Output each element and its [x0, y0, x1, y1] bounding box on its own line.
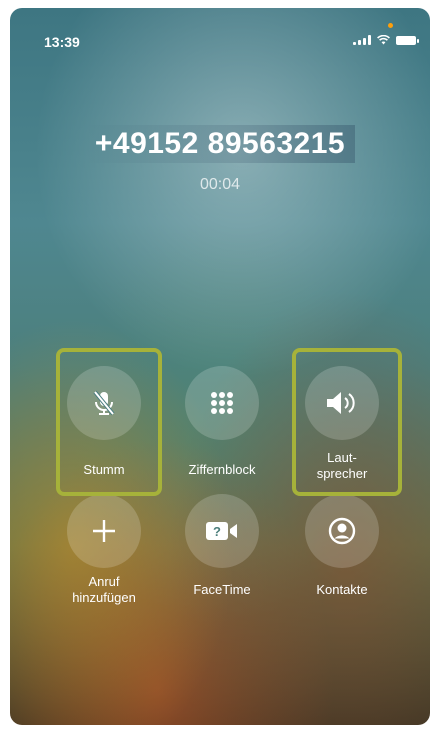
contact-person-icon: [328, 517, 356, 545]
keypad-circle[interactable]: [185, 366, 259, 440]
contacts-label: Kontakte: [316, 582, 368, 597]
call-duration: 00:04: [199, 176, 241, 193]
battery-icon: [396, 35, 419, 45]
svg-text:?: ?: [213, 524, 221, 539]
contacts-circle[interactable]: [305, 494, 379, 568]
phone-number: +49152 89563215: [10, 125, 430, 163]
plus-icon: [93, 520, 115, 542]
speaker-highlight-box: [292, 348, 402, 496]
keypad-button[interactable]: Ziffernblock: [172, 366, 272, 478]
facetime-label: FaceTime: [193, 582, 251, 597]
keypad-icon: [211, 392, 233, 414]
facetime-circle[interactable]: ?: [185, 494, 259, 568]
mute-highlight-box: [56, 348, 162, 496]
mic-indicator-dot: [388, 23, 393, 28]
status-time: 13:39: [44, 34, 80, 50]
facetime-video-icon: ?: [206, 522, 237, 540]
phone-call-screen: 13:39 +49152 89563215 00:04 Stumm Ziffer…: [10, 8, 430, 725]
cellular-signal-icon: [353, 35, 371, 45]
status-icons: [353, 35, 419, 45]
add-call-circle[interactable]: [67, 494, 141, 568]
keypad-label: Ziffernblock: [188, 462, 256, 477]
add-call-label: Anruf hinzufügen: [72, 574, 136, 605]
wifi-icon: [377, 35, 390, 45]
facetime-button[interactable]: ? FaceTime: [172, 494, 272, 598]
add-call-button[interactable]: Anruf hinzufügen: [54, 494, 154, 606]
contacts-button[interactable]: Kontakte: [292, 494, 392, 598]
